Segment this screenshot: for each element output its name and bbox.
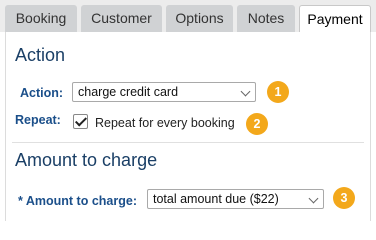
action-select[interactable]: charge credit card (72, 82, 256, 102)
repeat-label: Repeat: (15, 113, 61, 127)
repeat-checkbox[interactable] (73, 114, 88, 129)
amount-label: * Amount to charge: (18, 194, 137, 208)
chevron-down-icon (240, 86, 251, 97)
tab-bar: Booking Customer Options Notes Payment (0, 0, 376, 32)
chevron-down-icon (308, 193, 319, 204)
step-badge-2: 2 (246, 113, 268, 135)
step-badge-3: 3 (333, 187, 355, 209)
action-heading: Action (15, 45, 66, 65)
tab-options[interactable]: Options (166, 5, 233, 32)
tab-booking[interactable]: Booking (5, 5, 77, 32)
tab-notes[interactable]: Notes (237, 5, 295, 32)
tab-payment[interactable]: Payment (299, 5, 371, 32)
amount-select[interactable]: total amount due ($22) (147, 189, 324, 209)
repeat-checkbox-label[interactable]: Repeat for every booking (95, 116, 235, 130)
action-label: Action: (20, 86, 64, 100)
action-select-value: charge credit card (78, 85, 179, 99)
amount-heading: Amount to charge (15, 150, 158, 170)
section-divider (12, 142, 364, 143)
tab-customer[interactable]: Customer (81, 5, 162, 32)
step-badge-1: 1 (267, 81, 289, 103)
amount-select-value: total amount due ($22) (153, 192, 279, 206)
